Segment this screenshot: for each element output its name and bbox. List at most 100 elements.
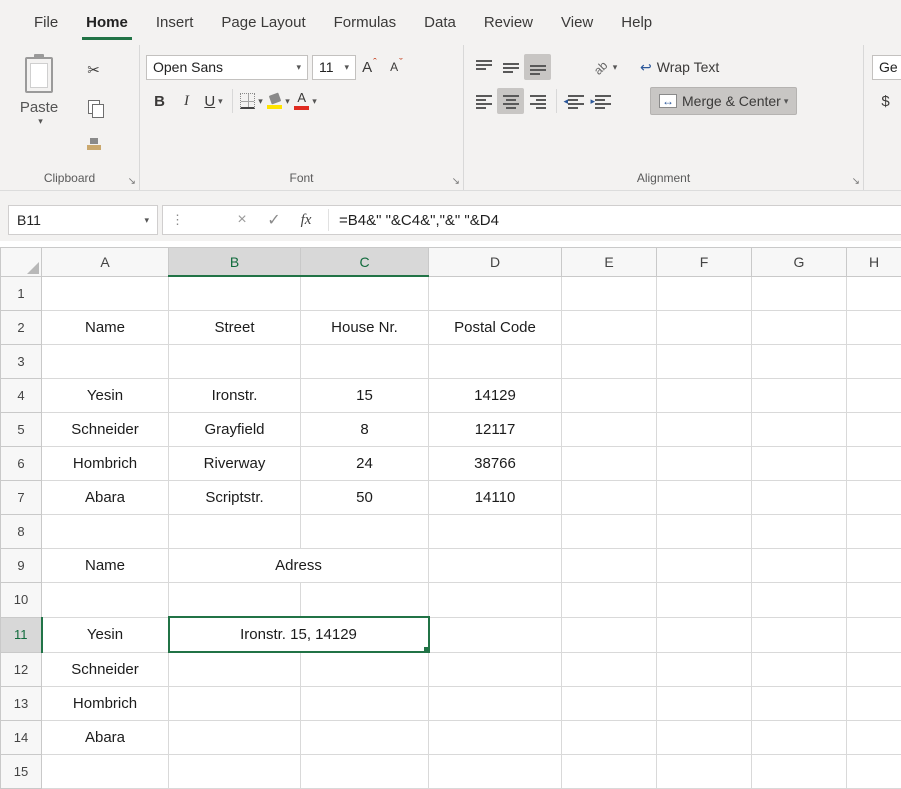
cell-F4[interactable]: [657, 379, 752, 413]
cell-A6[interactable]: Hombrich: [42, 447, 169, 481]
cut-button[interactable]: ✂: [80, 57, 107, 83]
cell-E3[interactable]: [562, 345, 657, 379]
cell-B7[interactable]: Scriptstr.: [169, 481, 301, 515]
col-header-H[interactable]: H: [847, 248, 901, 277]
cell-G7[interactable]: [752, 481, 847, 515]
cell-B3[interactable]: [169, 345, 301, 379]
cell-E10[interactable]: [562, 583, 657, 618]
italic-button[interactable]: I: [173, 88, 200, 114]
cell-F11[interactable]: [657, 617, 752, 652]
cell-G4[interactable]: [752, 379, 847, 413]
cell-C8[interactable]: [301, 515, 429, 549]
cell-B5[interactable]: Grayfield: [169, 413, 301, 447]
cell-E12[interactable]: [562, 652, 657, 687]
accounting-format-button[interactable]: $: [872, 88, 899, 114]
cell-E7[interactable]: [562, 481, 657, 515]
row-header-14[interactable]: 14: [1, 721, 42, 755]
cell-H10[interactable]: [847, 583, 901, 618]
decrease-font-size-button[interactable]: A ˇ: [383, 54, 410, 80]
cell-E8[interactable]: [562, 515, 657, 549]
align-right-button[interactable]: [524, 88, 551, 114]
cell-H13[interactable]: [847, 687, 901, 721]
cell-C4[interactable]: 15: [301, 379, 429, 413]
cell-E4[interactable]: [562, 379, 657, 413]
middle-align-button[interactable]: [497, 54, 524, 80]
cell-E5[interactable]: [562, 413, 657, 447]
row-header-11[interactable]: 11: [1, 617, 42, 652]
cell-B10[interactable]: [169, 583, 301, 618]
row-header-9[interactable]: 9: [1, 549, 42, 583]
cell-A10[interactable]: [42, 583, 169, 618]
cell-H11[interactable]: [847, 617, 901, 652]
cell-A11[interactable]: Yesin: [42, 617, 169, 652]
col-header-A[interactable]: A: [42, 248, 169, 277]
cell-C10[interactable]: [301, 583, 429, 618]
bottom-align-button[interactable]: [524, 54, 551, 80]
cell-D2[interactable]: Postal Code: [429, 311, 562, 345]
font-dialog-launcher-icon[interactable]: ↘: [452, 176, 460, 187]
cell-D4[interactable]: 14129: [429, 379, 562, 413]
cell-E2[interactable]: [562, 311, 657, 345]
cell-H4[interactable]: [847, 379, 901, 413]
paste-button[interactable]: Paste ▾: [8, 53, 70, 168]
cell-E13[interactable]: [562, 687, 657, 721]
font-color-button[interactable]: A ▾: [292, 88, 319, 114]
cell-H12[interactable]: [847, 652, 901, 687]
cell-D11[interactable]: [429, 617, 562, 652]
cell-F8[interactable]: [657, 515, 752, 549]
tab-formulas[interactable]: Formulas: [320, 0, 411, 45]
cell-H14[interactable]: [847, 721, 901, 755]
formula-bar-splitter-icon[interactable]: ⋮: [171, 212, 184, 228]
insert-function-button[interactable]: fx: [290, 212, 322, 229]
cell-C14[interactable]: [301, 721, 429, 755]
cell-C15[interactable]: [301, 755, 429, 789]
cell-D10[interactable]: [429, 583, 562, 618]
cell-C5[interactable]: 8: [301, 413, 429, 447]
cell-E1[interactable]: [562, 276, 657, 311]
cell-A4[interactable]: Yesin: [42, 379, 169, 413]
cell-D12[interactable]: [429, 652, 562, 687]
increase-font-size-button[interactable]: A ˆ: [356, 54, 383, 80]
font-name-select[interactable]: Open Sans ▾: [146, 55, 308, 80]
cell-D6[interactable]: 38766: [429, 447, 562, 481]
cell-G9[interactable]: [752, 549, 847, 583]
merge-center-button[interactable]: ↔ Merge & Center ▾: [650, 87, 797, 115]
cell-H9[interactable]: [847, 549, 901, 583]
cell-H5[interactable]: [847, 413, 901, 447]
cell-C3[interactable]: [301, 345, 429, 379]
col-header-E[interactable]: E: [562, 248, 657, 277]
cell-G3[interactable]: [752, 345, 847, 379]
cell-D1[interactable]: [429, 276, 562, 311]
cell-H2[interactable]: [847, 311, 901, 345]
row-header-6[interactable]: 6: [1, 447, 42, 481]
col-header-G[interactable]: G: [752, 248, 847, 277]
font-size-select[interactable]: 11 ▾: [312, 55, 356, 80]
cell-D14[interactable]: [429, 721, 562, 755]
enter-button[interactable]: ✓: [258, 210, 290, 230]
col-header-D[interactable]: D: [429, 248, 562, 277]
bold-button[interactable]: B: [146, 88, 173, 114]
cell-B1[interactable]: [169, 276, 301, 311]
number-format-select[interactable]: Ge: [872, 55, 901, 80]
cell-G14[interactable]: [752, 721, 847, 755]
cell-D15[interactable]: [429, 755, 562, 789]
cell-A13[interactable]: Hombrich: [42, 687, 169, 721]
cell-A5[interactable]: Schneider: [42, 413, 169, 447]
cell-H6[interactable]: [847, 447, 901, 481]
cell-C1[interactable]: [301, 276, 429, 311]
cell-F6[interactable]: [657, 447, 752, 481]
cell-C12[interactable]: [301, 652, 429, 687]
cell-G13[interactable]: [752, 687, 847, 721]
row-header-1[interactable]: 1: [1, 276, 42, 311]
cell-G11[interactable]: [752, 617, 847, 652]
row-header-7[interactable]: 7: [1, 481, 42, 515]
cell-G5[interactable]: [752, 413, 847, 447]
cell-B11[interactable]: Ironstr. 15, 14129: [169, 617, 429, 652]
cell-F2[interactable]: [657, 311, 752, 345]
cell-A7[interactable]: Abara: [42, 481, 169, 515]
cell-B13[interactable]: [169, 687, 301, 721]
cell-H1[interactable]: [847, 276, 901, 311]
cell-A14[interactable]: Abara: [42, 721, 169, 755]
cell-B2[interactable]: Street: [169, 311, 301, 345]
cell-D5[interactable]: 12117: [429, 413, 562, 447]
